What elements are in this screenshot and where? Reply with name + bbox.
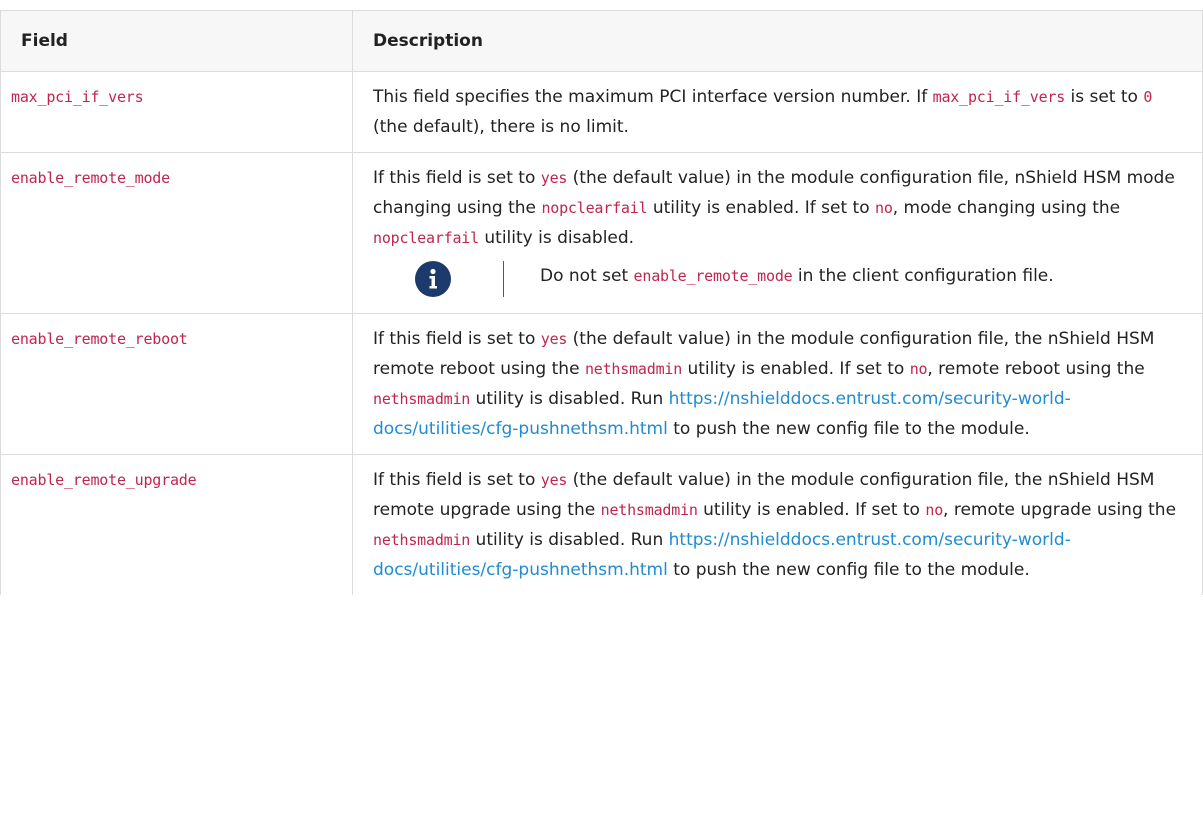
description-text: utility is disabled. Run (470, 530, 669, 550)
inline-code: no (909, 360, 928, 378)
info-icon (415, 261, 451, 297)
field-name-cell: max_pci_if_vers (0, 71, 353, 153)
description-text: , remote reboot using the (927, 359, 1145, 379)
inline-code: no (875, 199, 893, 217)
note-text-part: Do not set (540, 266, 634, 286)
field-name: enable_remote_upgrade (11, 471, 197, 489)
inline-code: yes (540, 471, 568, 489)
description-text: utility is enabled. If set to (697, 500, 926, 520)
description-text: This field specifies the maximum PCI int… (373, 87, 933, 107)
description-text: , mode changing using the (892, 198, 1121, 218)
description-text: is set to (1065, 87, 1144, 107)
description-text: If this field is set to (373, 470, 541, 490)
note-text-part: in the client configuration file. (792, 266, 1054, 286)
inline-code: nopclearfail (373, 229, 479, 247)
field-name-cell: enable_remote_mode (0, 152, 353, 314)
description-text: (the default), there is no limit. (373, 117, 629, 137)
description-paragraph: If this field is set to yes (the default… (373, 163, 1190, 253)
description-column-header: Description (352, 10, 1203, 72)
description-text: utility is disabled. (478, 228, 635, 248)
description-cell: If this field is set to yes (the default… (352, 454, 1203, 595)
table-row: enable_remote_reboot If this field is se… (0, 313, 1203, 455)
inline-code: nethsmadmin (600, 501, 698, 519)
field-name-cell: enable_remote_upgrade (0, 454, 353, 595)
inline-code: enable_remote_mode (633, 267, 793, 285)
table-header-row: Field Description (0, 10, 1203, 72)
description-text: utility is enabled. If set to (647, 198, 876, 218)
table-row: enable_remote_mode If this field is set … (0, 152, 1203, 314)
note-icon-wrap (373, 261, 493, 297)
description-text: utility is enabled. If set to (682, 359, 910, 379)
field-column-header: Field (0, 10, 353, 72)
description-text: , remote upgrade using the (943, 500, 1177, 520)
config-fields-table: Field Description max_pci_if_vers This f… (0, 10, 1203, 595)
note-admonition: Do not set enable_remote_mode in the cli… (373, 261, 1190, 297)
inline-code: no (925, 501, 944, 519)
field-name: max_pci_if_vers (11, 88, 144, 106)
description-cell: If this field is set to yes (the default… (352, 313, 1203, 455)
table-row: enable_remote_upgrade If this field is s… (0, 454, 1203, 595)
description-text: If this field is set to (373, 168, 541, 188)
description-text: to push the new config file to the modul… (667, 419, 1030, 439)
description-cell: This field specifies the maximum PCI int… (352, 71, 1203, 153)
inline-code: nopclearfail (541, 199, 648, 217)
inline-code: max_pci_if_vers (932, 88, 1066, 106)
field-name: enable_remote_reboot (11, 330, 188, 348)
inline-code: nethsmadmin (584, 360, 683, 378)
inline-code: nethsmadmin (373, 531, 471, 549)
description-text: to push the new config file to the modul… (667, 560, 1030, 580)
field-name: enable_remote_mode (11, 169, 170, 187)
inline-code: 0 (1143, 88, 1153, 106)
note-text: Do not set enable_remote_mode in the cli… (504, 261, 1190, 297)
table-row: max_pci_if_vers This field specifies the… (0, 71, 1203, 153)
inline-code: yes (540, 330, 568, 348)
description-text: utility is disabled. Run (470, 389, 669, 409)
field-name-cell: enable_remote_reboot (0, 313, 353, 455)
inline-code: yes (540, 169, 568, 187)
description-cell: If this field is set to yes (the default… (352, 152, 1203, 314)
description-text: If this field is set to (373, 329, 541, 349)
inline-code: nethsmadmin (373, 390, 471, 408)
